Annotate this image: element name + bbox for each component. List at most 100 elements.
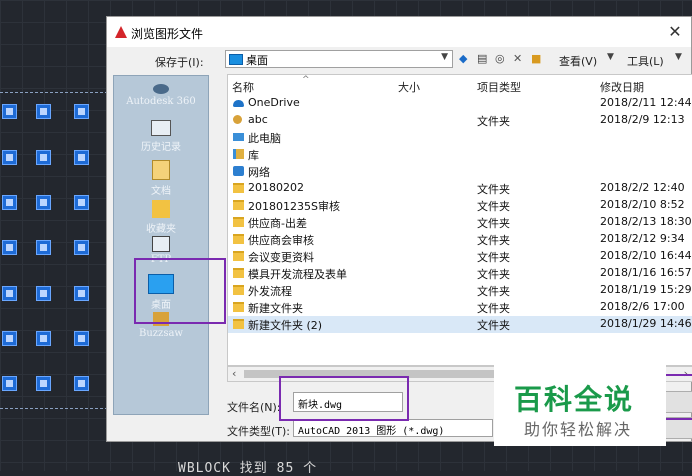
cad-block[interactable]	[36, 240, 51, 255]
close-button[interactable]: ✕	[665, 22, 685, 42]
cad-block[interactable]	[36, 104, 51, 119]
place-history[interactable]: 历史记录	[114, 120, 208, 153]
watermark-logo: 百科全说 助你轻松解决	[494, 362, 666, 446]
file-name: abc	[248, 113, 268, 126]
file-date: 2018/2/10 8:52	[600, 198, 685, 211]
autocad-logo-icon	[115, 26, 127, 38]
place-documents[interactable]: 文档	[114, 160, 208, 197]
file-date: 2018/2/13 18:30	[600, 215, 692, 228]
filetype-dropdown[interactable]: AutoCAD 2013 图形 (*.dwg)	[293, 419, 493, 437]
cad-block[interactable]	[36, 376, 51, 391]
favorites-folder-icon	[152, 200, 170, 218]
file-date: 2018/2/12 9:34	[600, 232, 685, 245]
view-menu[interactable]: 查看(V)	[559, 53, 597, 69]
place-favorites[interactable]: 收藏夹	[114, 200, 208, 235]
column-header-type[interactable]: 项目类型	[477, 79, 521, 95]
file-row[interactable]: 201801235S审核 文件夹 2018/2/10 8:52	[228, 197, 692, 214]
cad-block[interactable]	[36, 195, 51, 210]
file-row[interactable]: 库	[228, 146, 692, 163]
file-date: 2018/1/19 15:29	[600, 283, 692, 296]
button-highlight-box	[664, 374, 692, 420]
file-row[interactable]: OneDrive 2018/2/11 12:44	[228, 95, 692, 112]
network-icon	[233, 166, 244, 176]
file-row[interactable]: 网络	[228, 163, 692, 180]
new-folder-icon[interactable]: ■	[531, 52, 541, 65]
cad-block[interactable]	[74, 331, 89, 346]
folder-icon	[233, 319, 244, 329]
file-date: 2018/1/29 14:46	[600, 317, 692, 330]
places-sidebar: Autodesk 360 历史记录 文档 收藏夹 FTP 桌面 Buzzsaw	[113, 75, 209, 415]
dialog-title-bar[interactable]: 浏览图形文件 ✕	[107, 17, 691, 47]
file-name: 此电脑	[248, 132, 281, 145]
cad-block[interactable]	[74, 376, 89, 391]
file-row[interactable]: 供应商-出差 文件夹 2018/2/13 18:30	[228, 214, 692, 231]
file-row[interactable]: 新建文件夹 文件夹 2018/2/6 17:00	[228, 299, 692, 316]
scroll-left-icon[interactable]: ‹	[232, 367, 236, 380]
save-in-dropdown[interactable]: 桌面 ▼	[225, 50, 453, 68]
cad-block[interactable]	[2, 331, 17, 346]
file-name: 201801235S审核	[248, 200, 340, 213]
save-in-value: 桌面	[246, 54, 268, 67]
cad-block[interactable]	[2, 195, 17, 210]
tools-menu[interactable]: 工具(L)	[627, 53, 664, 69]
back-arrow-icon[interactable]: ◆	[459, 52, 467, 65]
file-row-selected[interactable]: 新建文件夹 (2) 文件夹 2018/1/29 14:46	[228, 316, 692, 333]
place-label: Buzzsaw	[139, 328, 183, 339]
cad-block[interactable]	[74, 286, 89, 301]
file-row[interactable]: 外发流程 文件夹 2018/1/19 15:29	[228, 282, 692, 299]
file-name: 新建文件夹 (2)	[248, 319, 323, 332]
file-type: 文件夹	[477, 217, 510, 230]
cad-block[interactable]	[36, 331, 51, 346]
autodesk-360-icon	[153, 84, 169, 94]
cad-block[interactable]	[2, 104, 17, 119]
cad-block[interactable]	[74, 195, 89, 210]
file-name: 网络	[248, 166, 270, 179]
cad-block[interactable]	[36, 150, 51, 165]
cad-block[interactable]	[2, 150, 17, 165]
column-header-size[interactable]: 大小	[398, 79, 420, 95]
up-folder-icon[interactable]: ▤	[477, 52, 487, 65]
column-header-name[interactable]: 名称	[232, 79, 254, 95]
cad-block[interactable]	[2, 376, 17, 391]
file-name: 外发流程	[248, 285, 292, 298]
cad-block[interactable]	[2, 286, 17, 301]
column-header-date[interactable]: 修改日期	[600, 79, 644, 95]
place-autodesk-360[interactable]: Autodesk 360	[114, 84, 208, 107]
file-name: 模具开发流程及表单	[248, 268, 347, 281]
folder-icon	[233, 200, 244, 210]
watermark-title: 百科全说	[514, 383, 635, 416]
folder-icon	[233, 251, 244, 261]
documents-icon	[152, 160, 170, 180]
delete-icon[interactable]: ✕	[513, 52, 522, 65]
desktop-folder-icon	[229, 54, 243, 65]
cad-block[interactable]	[2, 240, 17, 255]
library-icon	[233, 149, 244, 159]
file-row[interactable]: 此电脑	[228, 129, 692, 146]
file-row[interactable]: 20180202 文件夹 2018/2/2 12:40	[228, 180, 692, 197]
place-label: 文档	[151, 186, 171, 197]
file-name: 新建文件夹	[248, 302, 303, 315]
file-row[interactable]: 供应商会审核 文件夹 2018/2/12 9:34	[228, 231, 692, 248]
filetype-label: 文件类型(T):	[227, 425, 291, 438]
file-name: 20180202	[248, 181, 304, 194]
search-web-icon[interactable]: ◎	[495, 52, 505, 65]
file-row[interactable]: 会议变更资料 文件夹 2018/2/10 16:44	[228, 248, 692, 265]
file-row[interactable]: 模具开发流程及表单 文件夹 2018/1/16 16:57	[228, 265, 692, 282]
cad-block[interactable]	[74, 104, 89, 119]
folder-icon	[233, 234, 244, 244]
file-list[interactable]: 名称 ^ 大小 项目类型 修改日期 OneDrive 2018/2/11 12:…	[227, 74, 692, 366]
file-row[interactable]: abc 文件夹 2018/2/9 12:13	[228, 112, 692, 129]
chevron-down-icon: ▼	[441, 52, 448, 62]
file-type: 文件夹	[477, 234, 510, 247]
tools-dropdown-icon[interactable]: ▼	[675, 52, 682, 62]
place-label: 收藏夹	[146, 224, 176, 235]
file-date: 2018/2/2 12:40	[600, 181, 685, 194]
file-type: 文件夹	[477, 200, 510, 213]
cad-block[interactable]	[36, 286, 51, 301]
cloud-icon	[233, 100, 244, 107]
folder-icon	[233, 183, 244, 193]
view-dropdown-icon[interactable]: ▼	[607, 52, 614, 62]
cad-block[interactable]	[74, 150, 89, 165]
filename-highlight-box	[279, 376, 409, 421]
cad-block[interactable]	[74, 240, 89, 255]
